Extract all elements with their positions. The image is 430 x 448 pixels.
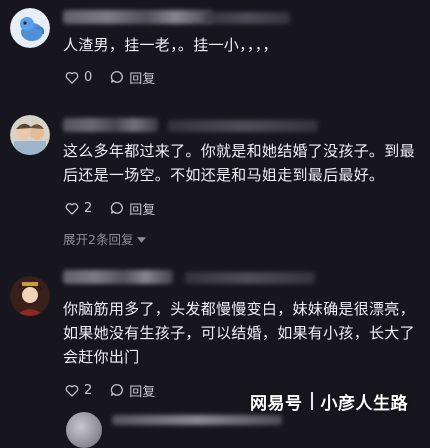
comment-text: 人渣男，挂一老，。挂一小，，，， [63,36,278,54]
avatar[interactable] [10,115,50,155]
comment-actions: 2 回复 [65,198,155,218]
like-button[interactable]: 2 [65,383,92,398]
like-button[interactable]: 2 [65,201,92,216]
avatar[interactable] [10,276,50,316]
like-count: 0 [84,69,93,85]
meta-blurred [205,12,290,24]
comment-actions: 2 回复 [65,380,155,400]
heart-icon [65,202,79,215]
reply-label: 回复 [129,71,156,87]
meta-blurred [168,120,318,132]
avatar[interactable] [66,412,102,448]
chevron-down-icon [137,231,147,246]
reply-button[interactable]: 回复 [110,68,155,87]
like-count: 2 [84,200,93,216]
expand-replies-label: 展开2条回复 [63,232,134,247]
comment-text: 这么多年都过来了。你就是和她结婚了没孩子。到最后还是一场空。不如还是和马姐走到最… [63,142,415,184]
comment-bubble-icon [110,383,124,397]
meta-blurred [185,272,315,284]
heart-icon [65,384,79,397]
comment-bubble-icon [110,201,124,215]
reply-button[interactable]: 回复 [110,381,155,400]
like-count: 2 [84,382,93,398]
comment-text: 你脑筋用多了，头发都慢慢变白，妹妹确是很漂亮，如果她没有生孩子，可以结婚，如果有… [63,300,415,366]
like-button[interactable]: 0 [65,70,92,85]
avatar[interactable] [10,8,50,48]
comment-actions: 0 回复 [65,67,155,87]
reply-label: 回复 [129,202,156,218]
reply-label: 回复 [129,384,156,400]
username-blurred[interactable] [63,118,158,132]
username-blurred[interactable] [63,10,213,24]
watermark-site: 网易号 [250,393,303,414]
heart-icon [65,71,79,84]
expand-replies-button[interactable]: 展开2条回复 [63,229,147,248]
reply-button[interactable]: 回复 [110,199,155,218]
comment-bubble-icon [110,70,124,84]
watermark: 网易号 小彦人生路 [250,388,408,414]
username-blurred[interactable] [63,270,173,284]
username-blurred [112,415,282,425]
watermark-divider [310,392,313,410]
watermark-author: 小彦人生路 [320,393,408,414]
